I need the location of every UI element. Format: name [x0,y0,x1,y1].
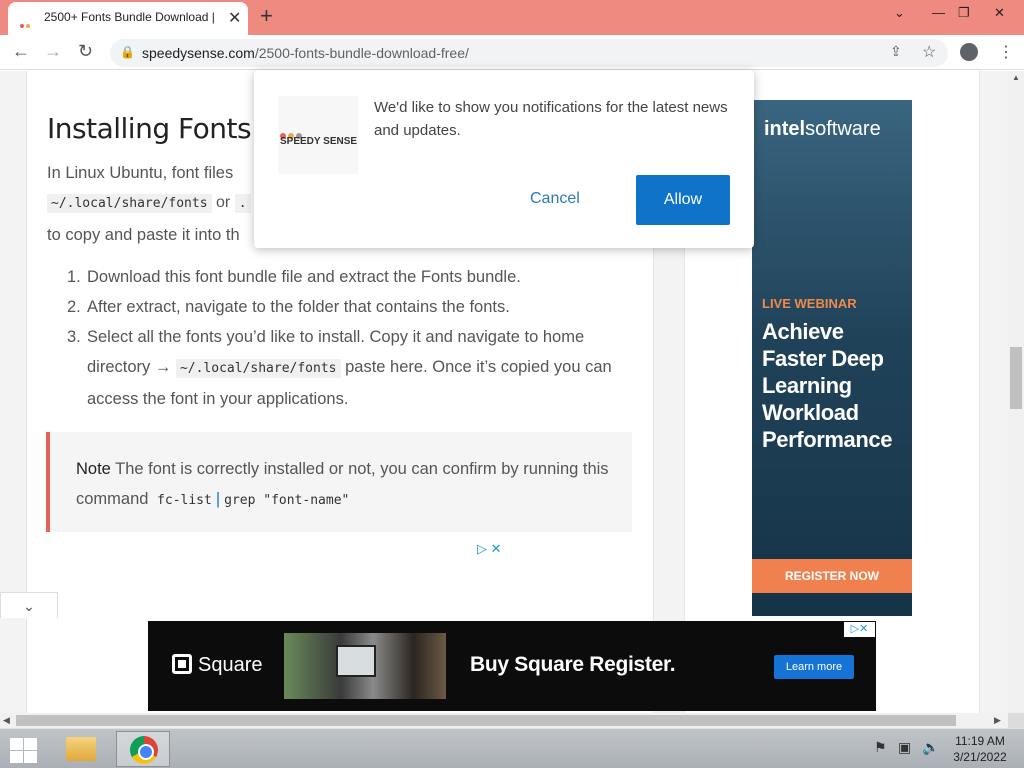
ad-choices-icon[interactable]: ▷✕ [844,622,875,637]
browser-tab[interactable]: 2500+ Fonts Bundle Download | ✕ [8,2,248,46]
note-callout: Note The font is correctly installed or … [46,432,632,532]
tab-search-icon[interactable]: ⌄ [894,5,905,21]
chrome-taskbar-button[interactable] [116,731,170,767]
speedy-sense-logo: SPEEDY SENSE [278,96,358,174]
intro-line-1: In Linux Ubuntu, font files [47,164,234,182]
notification-message: We'd like to show you notifications for … [374,99,728,139]
scroll-thumb[interactable] [1010,347,1022,409]
intro-line-2: ~/.local/share/fonts or . [47,194,251,213]
tab-close-icon[interactable]: ✕ [228,8,241,28]
share-icon[interactable]: ⇪ [890,43,902,60]
flag-icon[interactable]: ⚑ [874,739,887,756]
cancel-button[interactable]: Cancel [530,190,580,208]
intel-ad-banner[interactable]: intelsoftware LIVE WEBINAR Achieve Faste… [752,100,912,616]
path-code-2: . [234,194,251,213]
network-icon[interactable]: ▣ [898,739,911,756]
file-explorer-button[interactable] [54,731,108,767]
new-tab-button[interactable]: + [260,3,273,29]
notification-prompt: SPEEDY SENSE We'd like to show you notif… [254,70,754,248]
scroll-right-icon[interactable]: ▶ [994,715,1001,726]
note-text: Note The font is correctly installed or … [76,460,609,508]
section-heading: Installing Fonts in [47,112,284,145]
path-code: ~/.local/share/fonts [47,194,212,213]
ad-photo [284,633,446,699]
square-logo: Square [172,654,263,677]
scrollbar-corner [1008,713,1024,728]
scroll-up-icon[interactable]: ▲ [1012,73,1020,82]
intro-line-3: to copy and paste it into th [47,226,240,244]
back-arrow-icon[interactable]: ← [12,41,30,62]
list-item: 1. Download this font bundle file and ext… [67,268,521,286]
close-window-button[interactable]: ✕ [994,5,1005,21]
tab-strip: 2500+ Fonts Bundle Download | ✕ + ⌄ — ❐ … [0,0,1024,46]
chrome-icon [130,736,158,764]
minimize-button[interactable]: — [932,5,945,20]
collapse-chevron-icon[interactable]: ⌄ [0,592,58,618]
intel-logo: intelsoftware [764,118,881,140]
ad-tag: LIVE WEBINAR [762,296,857,311]
browser-toolbar: ← → ↻ 🔒 speedysense.com/2500-fonts-bundl… [0,35,1024,70]
install-steps-list: 1. Download this font bundle file and ext… [67,262,637,414]
lock-icon[interactable]: 🔒 [120,45,135,59]
ad-choices-icon[interactable]: ▷ ✕ [477,541,502,557]
taskbar: ⚑ ▣ 🔈 11:19 AM 3/21/2022 [0,728,1024,768]
folder-icon [66,737,96,761]
allow-button[interactable]: Allow [636,175,730,225]
windows-start-icon[interactable] [8,735,38,763]
square-ad-banner[interactable]: Square Buy Square Register. Learn more ▷… [148,621,876,711]
ad-headline: Achieve Faster Deep Learning Workload Pe… [762,319,893,452]
forward-arrow-icon[interactable]: → [44,41,62,62]
volume-icon[interactable]: 🔈 [922,739,939,756]
list-item: 2. After extract, navigate to the folder … [67,298,510,316]
kebab-menu-icon[interactable]: ⋮ [998,42,1014,62]
learn-more-button[interactable]: Learn more [774,655,854,679]
scroll-left-icon[interactable]: ◀ [3,715,10,726]
clock[interactable]: 11:19 AM 3/21/2022 [940,733,1020,765]
horizontal-scrollbar[interactable]: ◀ ▶ [0,713,1008,728]
restore-button[interactable]: ❐ [958,5,970,21]
address-bar[interactable]: 🔒 speedysense.com/2500-fonts-bundle-down… [110,39,948,67]
scroll-thumb[interactable] [16,715,956,726]
tab-title: 2500+ Fonts Bundle Download | [44,10,215,24]
list-item: 3. Select all the fonts you’d like to ins… [67,328,612,408]
register-now-button[interactable]: REGISTER NOW [752,559,912,593]
profile-avatar-icon[interactable] [960,43,978,61]
bookmark-star-icon[interactable]: ☆ [922,42,936,62]
url-text: speedysense.com/2500-fonts-bundle-downlo… [142,45,469,61]
site-favicon-icon [20,15,36,46]
reload-icon[interactable]: ↻ [78,41,93,62]
ad-headline: Buy Square Register. [470,653,676,676]
vertical-scrollbar[interactable]: ▲ [1008,71,1024,713]
